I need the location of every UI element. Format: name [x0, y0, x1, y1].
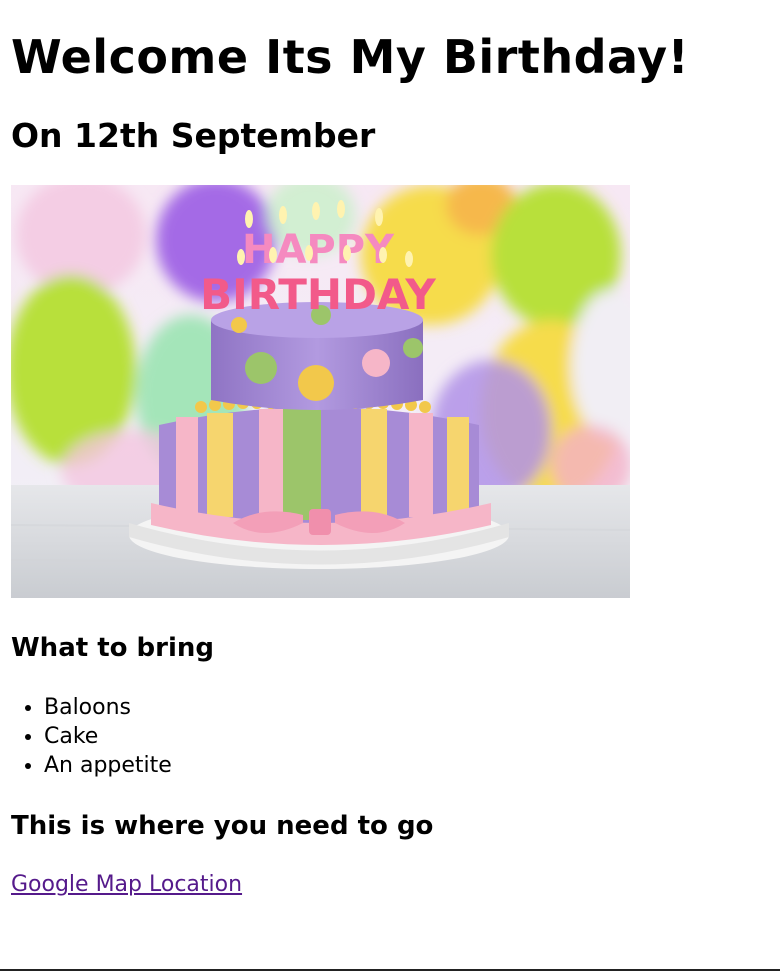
list-item: Baloons: [44, 693, 769, 722]
list-item: Cake: [44, 722, 769, 751]
birthday-cake-image: HAPPY BIRTHDAY: [11, 185, 630, 598]
list-item: An appetite: [44, 751, 769, 780]
page-title: Welcome Its My Birthday!: [11, 30, 690, 84]
cake-text-happy: HAPPY: [242, 227, 395, 273]
bring-list: Baloons Cake An appetite: [11, 693, 769, 780]
cake-text-birthday: BIRTHDAY: [200, 270, 436, 319]
date-heading: On 12th September: [11, 116, 376, 155]
google-map-link[interactable]: Google Map Location: [11, 872, 242, 897]
page: Welcome Its My Birthday! On 12th Septemb…: [0, 34, 780, 897]
what-to-bring-heading: What to bring: [11, 633, 215, 663]
location-heading: This is where you need to go: [11, 811, 434, 841]
